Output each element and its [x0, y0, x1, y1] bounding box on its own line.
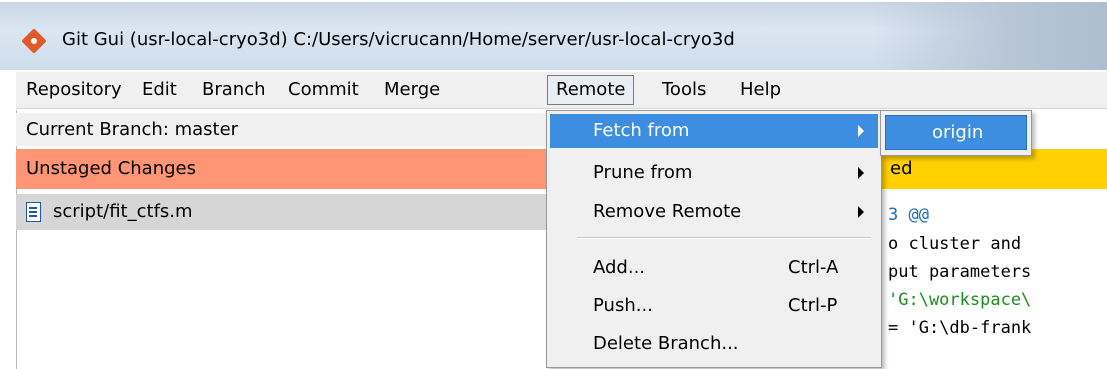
menu-repository[interactable]: Repository: [18, 77, 130, 103]
menu-remote[interactable]: Remote: [547, 75, 635, 105]
fetch-from-submenu: origin: [880, 110, 1032, 156]
menu-item-label: Push...: [593, 295, 653, 316]
menu-separator: [577, 237, 871, 239]
submenu-item-origin[interactable]: origin: [885, 115, 1027, 150]
menu-item-label: Add...: [593, 257, 646, 278]
submenu-arrow-icon: [858, 125, 864, 137]
diff-line: = 'G:\db-frank: [888, 318, 1032, 338]
git-gui-logo-icon: [21, 28, 47, 54]
menu-item-shortcut: Ctrl-A: [788, 257, 839, 278]
diff-line: 3 @@: [888, 205, 929, 225]
menu-item-label: Remove Remote: [593, 201, 742, 222]
menu-edit[interactable]: Edit: [134, 77, 185, 103]
document-icon: [26, 202, 41, 222]
title-bar-blur: [870, 2, 1107, 70]
menu-item-label: Fetch from: [593, 120, 690, 141]
menu-item-label: Prune from: [593, 162, 693, 183]
window-title: Git Gui (usr-local-cryo3d) C:/Users/vicr…: [62, 29, 735, 50]
diff-line: 'G:\workspace\: [888, 290, 1032, 310]
submenu-arrow-icon: [858, 167, 864, 179]
menu-item-prune-from[interactable]: Prune from: [550, 156, 878, 190]
remote-dropdown-menu: Fetch from Prune from Remove Remote Add.…: [546, 110, 882, 368]
menu-item-fetch-from[interactable]: Fetch from: [550, 114, 878, 148]
menu-branch[interactable]: Branch: [194, 77, 274, 103]
unstaged-changes-header: Unstaged Changes: [16, 149, 586, 189]
current-branch-label: Current Branch: master: [16, 113, 566, 146]
menu-item-delete-branch[interactable]: Delete Branch...: [550, 327, 878, 361]
title-bar: Git Gui (usr-local-cryo3d) C:/Users/vicr…: [0, 0, 1107, 70]
file-path: script/fit_ctfs.m: [53, 201, 193, 222]
menu-help[interactable]: Help: [732, 77, 789, 103]
diff-line: o cluster and: [888, 234, 1022, 254]
menu-commit[interactable]: Commit: [280, 77, 367, 103]
file-list-item[interactable]: script/fit_ctfs.m: [16, 194, 586, 230]
submenu-arrow-icon: [858, 206, 864, 218]
menu-bar: Repository Edit Branch Commit Merge Remo…: [16, 72, 1107, 109]
menu-tools[interactable]: Tools: [654, 77, 714, 103]
menu-item-remove-remote[interactable]: Remove Remote: [550, 195, 878, 229]
menu-item-label: Delete Branch...: [593, 333, 739, 354]
submenu-item-label: origin: [932, 122, 984, 143]
diff-line: put parameters: [888, 262, 1032, 282]
menu-merge[interactable]: Merge: [376, 77, 448, 103]
menu-item-push[interactable]: Push... Ctrl-P: [550, 289, 878, 323]
menu-item-shortcut: Ctrl-P: [788, 295, 838, 316]
menu-item-add[interactable]: Add... Ctrl-A: [550, 251, 878, 285]
